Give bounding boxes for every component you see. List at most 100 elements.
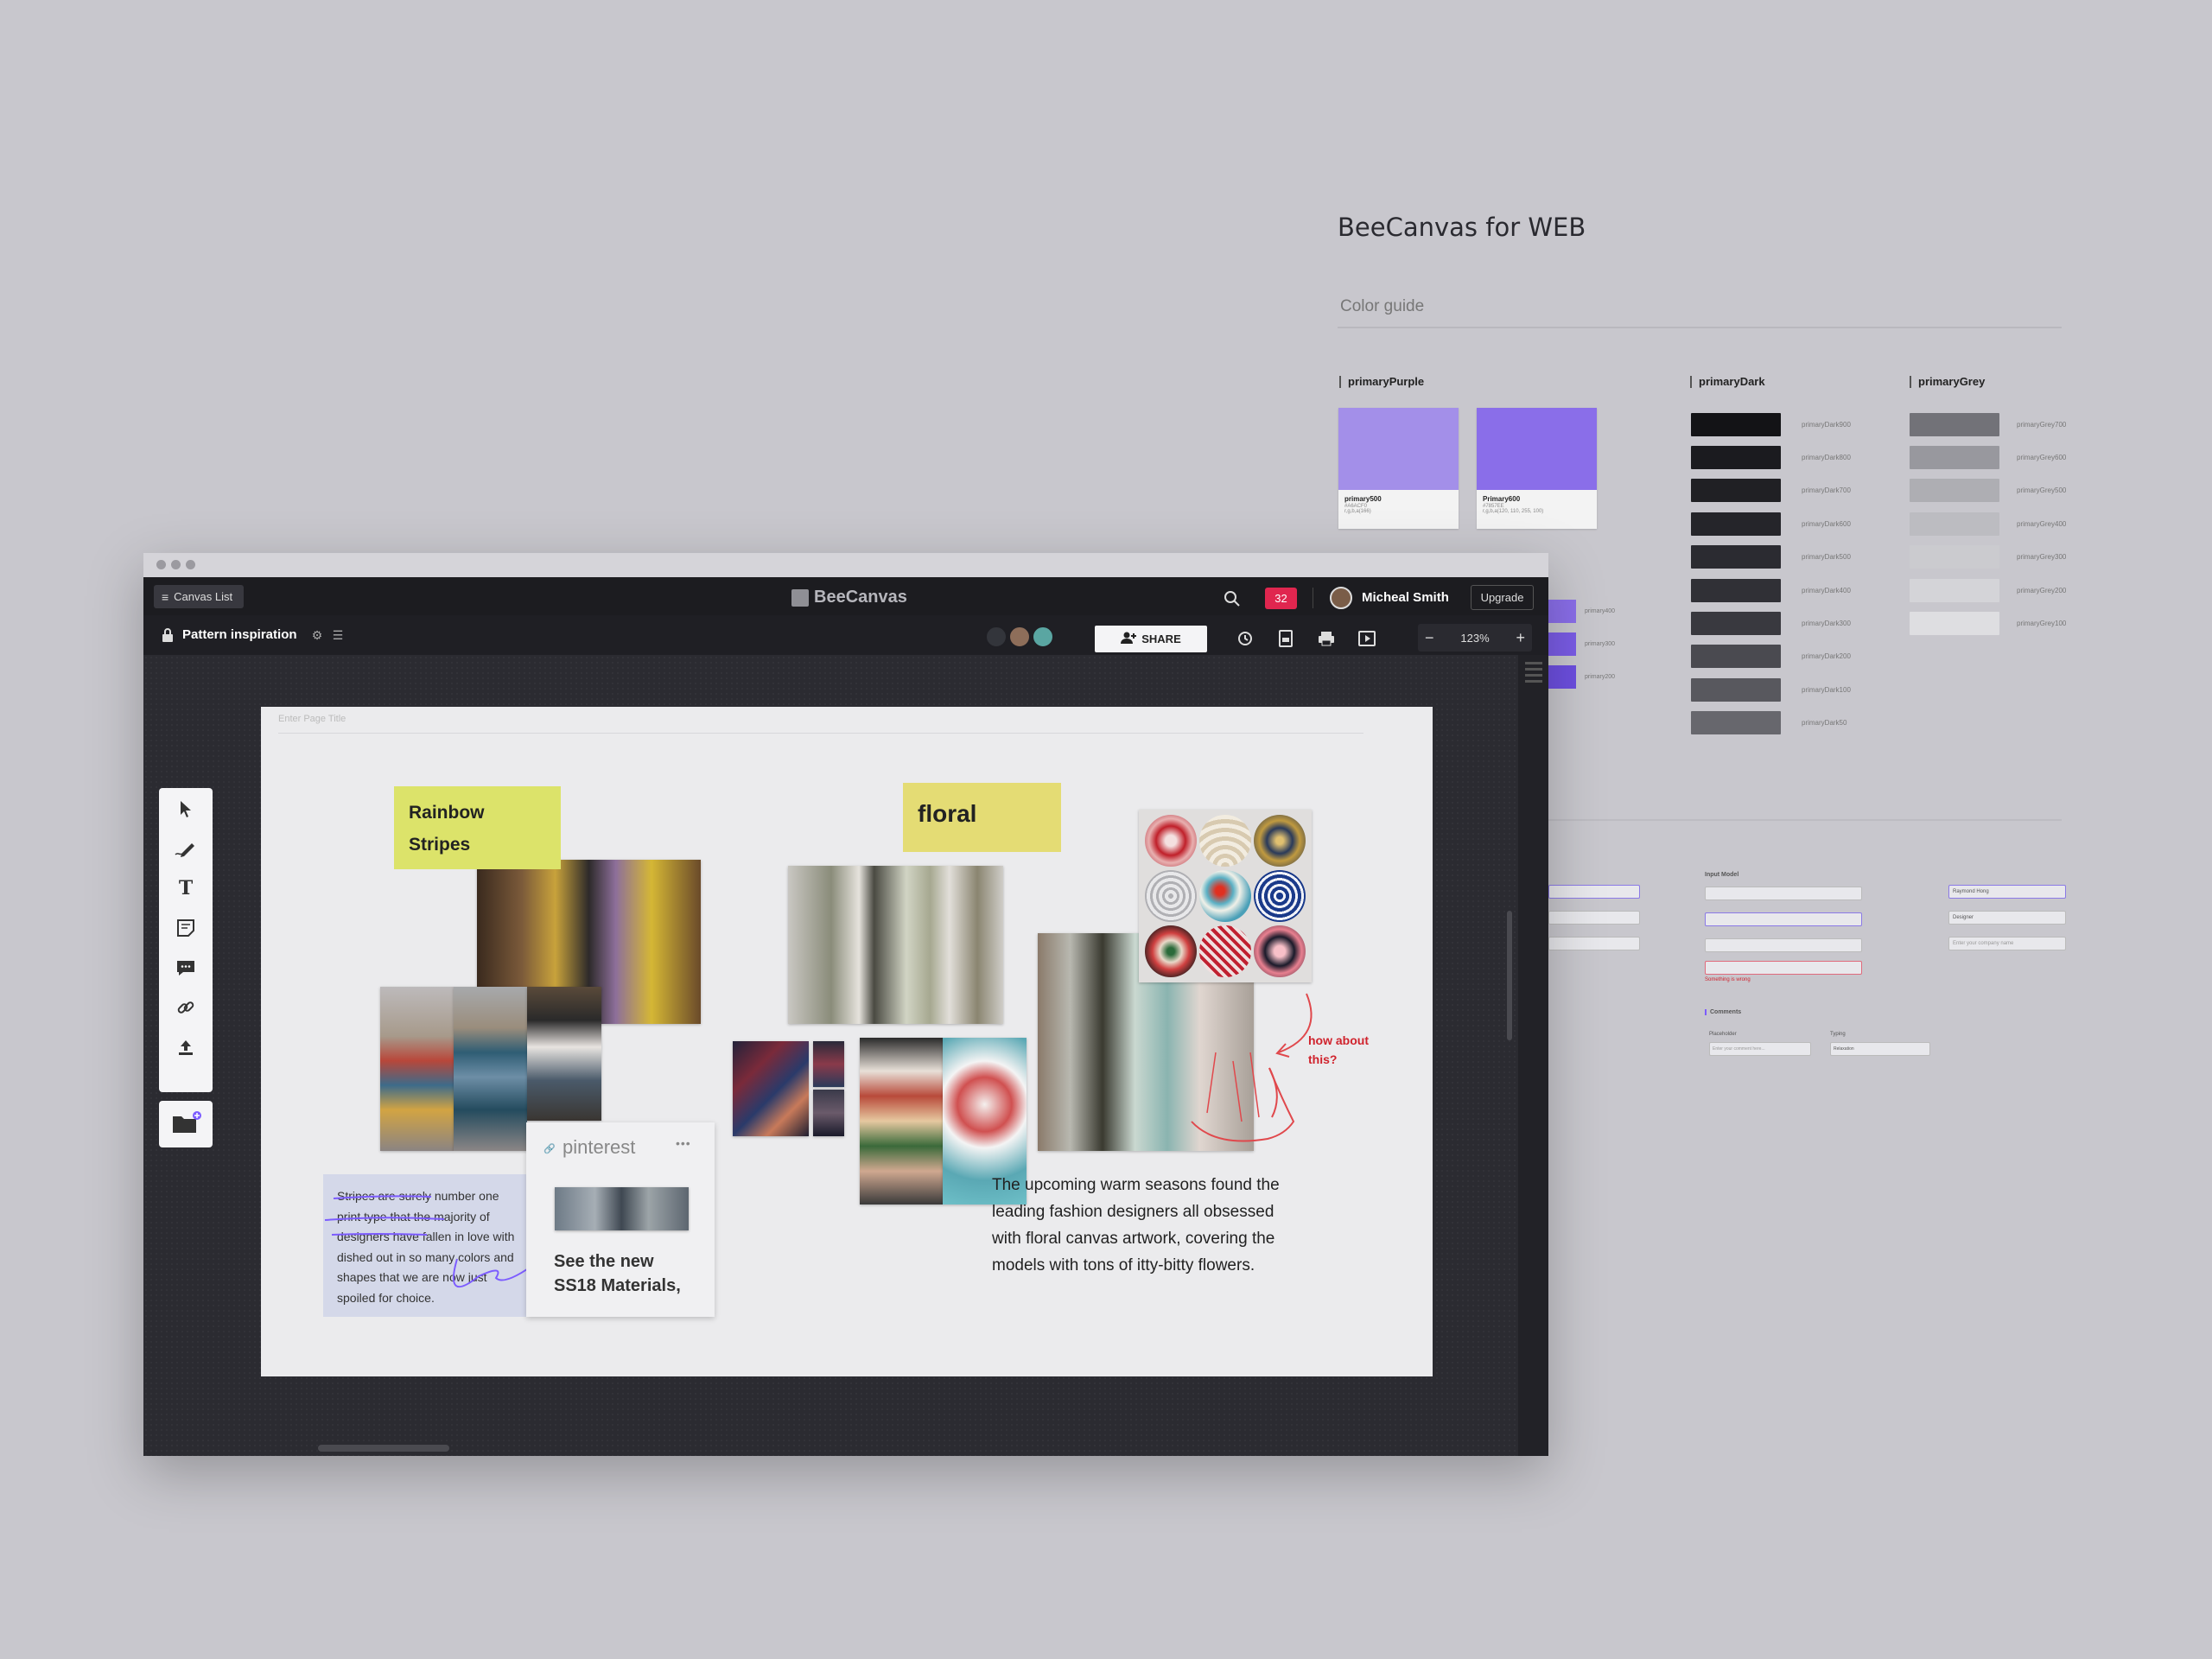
- export-icon[interactable]: [1274, 627, 1297, 650]
- swatch-primary600: Primary600 #7857EE r,g,b,a(120, 110, 255…: [1477, 408, 1597, 529]
- lock-icon[interactable]: [161, 627, 175, 643]
- pattern-circle: [1145, 925, 1197, 977]
- input-model-heading: Input Model: [1705, 872, 1739, 878]
- user-name[interactable]: Micheal Smith: [1362, 590, 1449, 605]
- link-icon: 🔗: [543, 1144, 556, 1154]
- upgrade-button[interactable]: Upgrade: [1471, 585, 1534, 610]
- pattern-circle: [1254, 815, 1306, 867]
- purple-small-swatches: primary400 primary300 primary200: [1548, 594, 1615, 694]
- canvas-list-button[interactable]: ≡ Canvas List: [154, 585, 244, 608]
- group-title-grey: primaryGrey: [1910, 376, 1985, 388]
- annotation-text[interactable]: how about this?: [1308, 1031, 1377, 1069]
- text-tool-icon[interactable]: T: [174, 876, 198, 900]
- pinterest-link-card[interactable]: 🔗 pinterest ••• See the new SS18 Materia…: [526, 1122, 715, 1317]
- pinterest-title: See the new SS18 Materials,: [554, 1252, 681, 1295]
- pattern-circle: [1145, 815, 1197, 867]
- window-maximize-dot[interactable]: [186, 560, 195, 569]
- window-close-dot[interactable]: [156, 560, 166, 569]
- pattern-circle: [1199, 815, 1251, 867]
- notification-badge[interactable]: 32: [1265, 588, 1297, 609]
- pattern-circle: [1254, 870, 1306, 922]
- typing-label: Typing: [1830, 1032, 1846, 1037]
- divider: [1338, 327, 2062, 328]
- window-chrome: [143, 553, 1548, 577]
- page-title-input[interactable]: Enter Page Title: [278, 714, 346, 724]
- list-icon[interactable]: ☰: [330, 627, 346, 643]
- pattern-circle: [1145, 870, 1197, 922]
- dark-swatch-list: primaryDark900 primaryDark800 primaryDar…: [1691, 408, 1851, 740]
- vertical-scrollbar[interactable]: [1507, 911, 1512, 1040]
- sticky-note-floral[interactable]: floral: [903, 783, 1061, 852]
- group-title-purple: primaryPurple: [1339, 376, 1424, 388]
- group-title-dark: primaryDark: [1690, 376, 1765, 388]
- comment-typing-field: Relaxation: [1830, 1042, 1930, 1056]
- share-button[interactable]: SHARE: [1095, 626, 1207, 652]
- app-logo: BeeCanvas: [791, 588, 907, 607]
- page-list-panel: [1518, 655, 1548, 1456]
- gear-icon[interactable]: ⚙: [309, 627, 325, 643]
- horizontal-scrollbar[interactable]: [318, 1445, 449, 1452]
- pattern-circle: [1199, 870, 1251, 922]
- collaborator-avatar[interactable]: [1008, 626, 1031, 648]
- folder-icon: [173, 1111, 201, 1133]
- search-icon[interactable]: [1221, 588, 1243, 610]
- menu-icon: ≡: [162, 589, 169, 604]
- grey-swatch-list: primaryGrey700 primaryGrey600 primaryGre…: [1910, 408, 2066, 640]
- pen-tool-icon[interactable]: [174, 836, 198, 861]
- divider: [1548, 819, 2062, 821]
- doc-title: BeeCanvas for WEB: [1338, 213, 1586, 242]
- tool-palette: T: [159, 788, 213, 1092]
- select-tool-icon[interactable]: [174, 797, 198, 821]
- upload-tool-icon[interactable]: [174, 1035, 198, 1059]
- app-window: ≡ Canvas List BeeCanvas 32 Micheal Smith…: [143, 553, 1548, 1456]
- pinterest-label: pinterest: [563, 1136, 636, 1158]
- print-icon[interactable]: [1315, 627, 1338, 650]
- pen-annotation: [324, 1195, 539, 1287]
- canvas-list-label: Canvas List: [174, 590, 233, 603]
- product-photo[interactable]: [813, 1090, 844, 1136]
- runway-photo[interactable]: [380, 987, 454, 1151]
- pattern-circle: [1254, 925, 1306, 977]
- divider: [278, 733, 1363, 734]
- runway-photo[interactable]: [788, 866, 1003, 1024]
- runway-photo[interactable]: [860, 1038, 943, 1205]
- placeholder-label: Placeholder: [1709, 1032, 1737, 1037]
- zoom-out-button[interactable]: −: [1425, 629, 1434, 647]
- ghost-form-right: Raymond Hong Designer Enter your company…: [1948, 885, 2066, 950]
- zoom-in-button[interactable]: +: [1516, 629, 1525, 647]
- collaborator-avatar[interactable]: [985, 626, 1007, 648]
- canvas-title[interactable]: Pattern inspiration: [182, 627, 297, 642]
- runway-photo[interactable]: [527, 987, 601, 1121]
- comment-placeholder-field: Enter your comment here...: [1709, 1042, 1811, 1056]
- zoom-level[interactable]: 123%: [1460, 632, 1489, 645]
- comments-heading: Comments: [1705, 1009, 1741, 1015]
- link-tool-icon[interactable]: [174, 995, 198, 1020]
- sticky-note-rainbow-stripes[interactable]: Rainbow Stripes: [394, 786, 561, 869]
- product-photo[interactable]: [813, 1041, 844, 1087]
- pinterest-thumbnail: [555, 1187, 689, 1230]
- runway-photo[interactable]: [454, 987, 527, 1151]
- swatch-primary500: primary500 #A6ACF0 r,g,b,a(166): [1338, 408, 1459, 529]
- window-minimize-dot[interactable]: [171, 560, 181, 569]
- doc-section-title: Color guide: [1340, 297, 1425, 315]
- collaborator-avatar[interactable]: [1032, 626, 1054, 648]
- comment-tool-icon[interactable]: [174, 956, 198, 980]
- add-user-icon: [1121, 632, 1137, 646]
- ghost-form-left: [1548, 885, 1640, 950]
- present-icon[interactable]: [1356, 627, 1378, 650]
- pattern-swatches[interactable]: [1139, 810, 1312, 982]
- library-folder-button[interactable]: [159, 1101, 213, 1147]
- pattern-circle: [1199, 925, 1251, 977]
- canvas-toolbar: [143, 615, 1548, 655]
- input-model-fields: Something is wrong: [1705, 887, 1862, 982]
- product-photo[interactable]: [733, 1041, 809, 1136]
- sticky-note-tool-icon[interactable]: [174, 916, 198, 940]
- history-icon[interactable]: [1234, 627, 1256, 650]
- canvas-page[interactable]: Enter Page Title Rainbow Stripes Stripes…: [261, 707, 1433, 1376]
- avatar[interactable]: [1330, 587, 1352, 609]
- logo-mark-icon: [791, 588, 809, 607]
- zoom-control: − 123% +: [1418, 624, 1532, 652]
- page-list-icon[interactable]: [1525, 662, 1542, 683]
- more-options-icon[interactable]: •••: [676, 1136, 691, 1150]
- text-floral-description[interactable]: The upcoming warm seasons found the lead…: [992, 1172, 1286, 1279]
